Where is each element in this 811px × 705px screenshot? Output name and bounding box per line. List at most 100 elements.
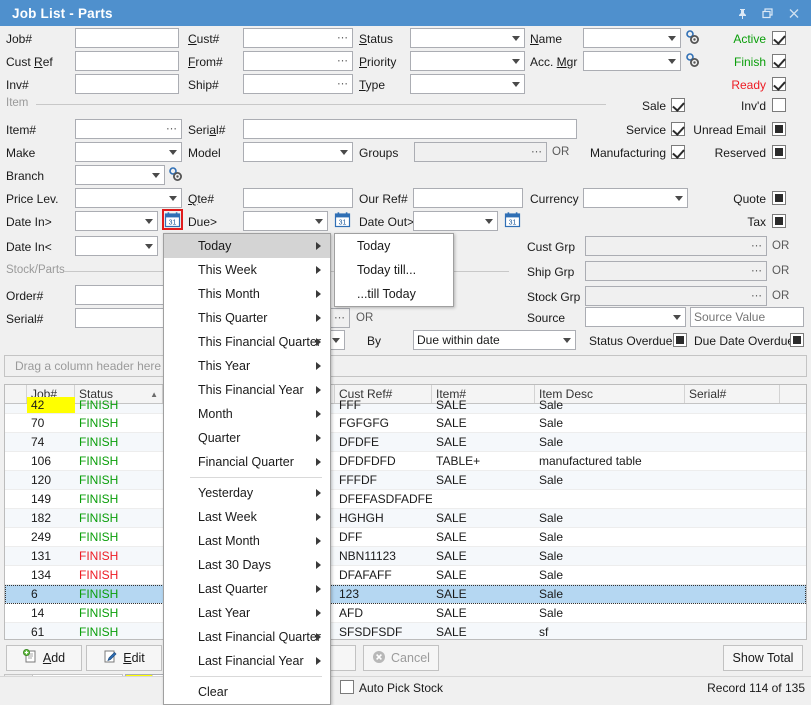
groups-ellipsis-icon[interactable]: ⋯ xyxy=(529,144,545,159)
table-row[interactable]: 14FINISHonsAFDSALESale xyxy=(5,604,806,623)
item-no-ellipsis-icon[interactable]: ⋯ xyxy=(164,121,180,136)
chevron-down-icon[interactable] xyxy=(336,145,351,159)
menu-item-last-year[interactable]: Last Year xyxy=(164,601,330,625)
chevron-down-icon[interactable] xyxy=(508,31,523,45)
date-out-gt-calendar-icon[interactable]: 31 xyxy=(504,211,521,228)
menu-item-clear[interactable]: Clear xyxy=(164,680,330,704)
stock-grp-input[interactable] xyxy=(585,286,767,306)
quote-checkbox[interactable] xyxy=(772,191,786,205)
submenu-item-today[interactable]: Today xyxy=(335,234,453,258)
table-row[interactable]: 42FINISHFFFSALESale xyxy=(5,404,806,414)
stock-grp-ellipsis-icon[interactable]: ⋯ xyxy=(749,288,765,303)
menu-item-last-financial-year[interactable]: Last Financial Year xyxy=(164,649,330,673)
menu-item-yesterday[interactable]: Yesterday xyxy=(164,481,330,505)
cust-grp-input[interactable] xyxy=(585,236,767,256)
chevron-down-icon[interactable] xyxy=(165,191,180,205)
chevron-down-icon[interactable] xyxy=(148,168,163,182)
table-row[interactable]: 6FINISHons123SALESale xyxy=(5,585,806,604)
chevron-down-icon[interactable] xyxy=(671,191,686,205)
by-combo[interactable] xyxy=(413,330,576,350)
our-ref-input[interactable] xyxy=(413,188,523,208)
due-gt-calendar-icon[interactable]: 31 xyxy=(334,211,351,228)
table-row[interactable]: 120FINISHchable)FFFDFSALESale xyxy=(5,471,806,490)
chevron-down-icon[interactable] xyxy=(508,77,523,91)
invd-checkbox[interactable] xyxy=(772,98,786,112)
menu-item-last-quarter[interactable]: Last Quarter xyxy=(164,577,330,601)
cust-no-ellipsis-icon[interactable]: ⋯ xyxy=(335,30,351,45)
close-icon[interactable] xyxy=(783,3,805,23)
edit-button[interactable]: Edit xyxy=(86,645,162,671)
status-overdue-checkbox[interactable] xyxy=(673,333,687,347)
table-row[interactable]: 149FINISHchable)DFEFASDFADFEF xyxy=(5,490,806,509)
group-by-dropzone[interactable]: Drag a column header here to group by th… xyxy=(4,355,807,377)
name-gear-icon[interactable] xyxy=(684,29,701,46)
grid-column-header-sel[interactable] xyxy=(5,385,27,403)
chevron-down-icon[interactable] xyxy=(141,239,156,253)
cust-ref-input[interactable] xyxy=(75,51,179,71)
table-row[interactable]: 70FINISHchable)FGFGFGSALESale xyxy=(5,414,806,433)
grid-column-header-serial[interactable]: Serial# xyxy=(685,385,780,403)
menu-item-financial-quarter[interactable]: Financial Quarter xyxy=(164,450,330,474)
acc-mgr-gear-icon[interactable] xyxy=(684,52,701,69)
chevron-down-icon[interactable] xyxy=(664,31,679,45)
menu-item-today[interactable]: Today xyxy=(164,234,330,258)
source-value-input[interactable] xyxy=(690,307,804,327)
show-total-button[interactable]: Show Total xyxy=(723,645,803,671)
chevron-down-icon[interactable] xyxy=(141,214,156,228)
qte-no-input[interactable] xyxy=(243,188,353,208)
pin-icon[interactable] xyxy=(731,3,753,23)
table-row[interactable]: 61FINISHonsSFSDFSDFSALEsf xyxy=(5,623,806,640)
cancel-button[interactable]: Cancel xyxy=(363,645,439,671)
menu-item-this-year[interactable]: This Year xyxy=(164,354,330,378)
date-filter-menu[interactable]: TodayThis WeekThis MonthThis QuarterThis… xyxy=(163,233,331,705)
unread-email-checkbox[interactable] xyxy=(772,122,786,136)
stock-extra-ellipsis-icon[interactable]: ⋯ xyxy=(332,310,348,325)
menu-item-this-month[interactable]: This Month xyxy=(164,282,330,306)
menu-item-last-month[interactable]: Last Month xyxy=(164,529,330,553)
finish-checkbox[interactable] xyxy=(772,54,786,68)
reserved-checkbox[interactable] xyxy=(772,145,786,159)
menu-item-last-financial-quarter[interactable]: Last Financial Quarter xyxy=(164,625,330,649)
tax-checkbox[interactable] xyxy=(772,214,786,228)
menu-item-month[interactable]: Month xyxy=(164,402,330,426)
serial-no-input[interactable] xyxy=(243,119,577,139)
groups-input[interactable] xyxy=(414,142,547,162)
chevron-down-icon[interactable] xyxy=(508,54,523,68)
ship-grp-input[interactable] xyxy=(585,261,767,281)
table-row[interactable]: 249FINISHchable)DFFSALESale xyxy=(5,528,806,547)
menu-item-this-week[interactable]: This Week xyxy=(164,258,330,282)
menu-item-quarter[interactable]: Quarter xyxy=(164,426,330,450)
restore-icon[interactable] xyxy=(757,3,779,23)
table-row[interactable]: 74FINISHchable)DFDFESALESale xyxy=(5,433,806,452)
chevron-down-icon[interactable] xyxy=(481,214,496,228)
menu-item-this-financial-quarter[interactable]: This Financial Quarter xyxy=(164,330,330,354)
ready-checkbox[interactable] xyxy=(772,77,786,91)
manufacturing-checkbox[interactable] xyxy=(671,145,685,159)
table-row[interactable]: 131FINISHNBN11123SALESale xyxy=(5,547,806,566)
active-checkbox[interactable] xyxy=(772,31,786,45)
from-no-ellipsis-icon[interactable]: ⋯ xyxy=(335,53,351,68)
chevron-down-icon[interactable] xyxy=(165,145,180,159)
auto-pick-stock-checkbox[interactable] xyxy=(340,680,354,694)
today-submenu[interactable]: TodayToday till......till Today xyxy=(334,233,454,307)
job-no-input[interactable] xyxy=(75,28,179,48)
inv-no-input[interactable] xyxy=(75,74,179,94)
chevron-down-icon[interactable] xyxy=(311,214,326,228)
menu-item-last-30-days[interactable]: Last 30 Days xyxy=(164,553,330,577)
chevron-down-icon[interactable] xyxy=(664,54,679,68)
submenu-item-today-till-[interactable]: Today till... xyxy=(335,258,453,282)
table-row[interactable]: 182FINISHchable)HGHGHSALESale xyxy=(5,509,806,528)
chevron-down-icon[interactable] xyxy=(669,310,684,324)
jobs-grid[interactable]: Job#Status▲Cust Ref#Item#Item DescSerial… xyxy=(4,384,807,640)
sale-checkbox[interactable] xyxy=(671,98,685,112)
chevron-down-icon[interactable] xyxy=(559,333,574,347)
branch-gear-icon[interactable] xyxy=(167,166,184,183)
menu-item-this-financial-year[interactable]: This Financial Year xyxy=(164,378,330,402)
menu-item-this-quarter[interactable]: This Quarter xyxy=(164,306,330,330)
table-row[interactable]: 134FINISHDFAFAFFSALESale xyxy=(5,566,806,585)
due-date-overdue-checkbox[interactable] xyxy=(790,333,804,347)
date-in-gt-calendar-icon[interactable]: 31 xyxy=(164,211,181,228)
cust-grp-ellipsis-icon[interactable]: ⋯ xyxy=(749,238,765,253)
ship-grp-ellipsis-icon[interactable]: ⋯ xyxy=(749,263,765,278)
menu-item-last-week[interactable]: Last Week xyxy=(164,505,330,529)
